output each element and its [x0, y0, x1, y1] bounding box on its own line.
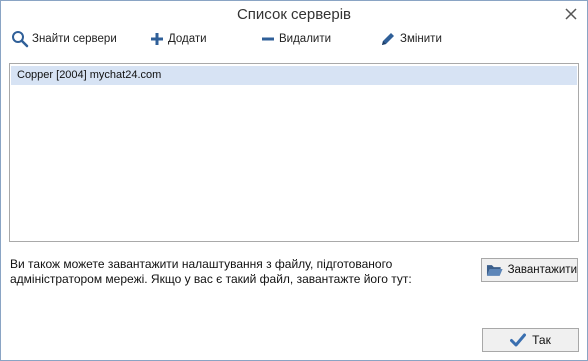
minus-icon	[262, 37, 274, 41]
load-file-button[interactable]: Завантажити	[481, 258, 578, 282]
search-icon	[12, 31, 29, 48]
add-button[interactable]: Додати	[149, 29, 207, 49]
pencil-icon	[382, 33, 394, 45]
info-text: Ви також можете завантажити налаштування…	[10, 257, 450, 287]
delete-label: Видалити	[279, 33, 332, 45]
server-list[interactable]: Copper [2004] mychat24.com	[9, 63, 579, 242]
ok-label: Так	[532, 333, 551, 347]
close-icon	[565, 8, 577, 20]
close-button[interactable]	[563, 6, 579, 22]
find-servers-button[interactable]: Знайти сервери	[11, 29, 117, 49]
folder-open-icon	[486, 265, 503, 276]
plus-icon	[151, 33, 163, 45]
list-item[interactable]: Copper [2004] mychat24.com	[11, 66, 577, 85]
find-servers-label: Знайти сервери	[32, 33, 117, 45]
edit-button[interactable]: Змінити	[379, 29, 442, 49]
info-text-line-1: Ви також можете завантажити налаштування…	[10, 257, 393, 271]
add-label: Додати	[168, 33, 207, 45]
title-bar: Список серверів	[1, 1, 587, 29]
info-text-line-2: адміністратором мережі. Якщо у вас є так…	[10, 272, 412, 286]
edit-label: Змінити	[400, 33, 442, 45]
load-file-label: Завантажити	[507, 264, 577, 276]
checkmark-icon	[510, 333, 527, 347]
server-list-dialog: Список серверів Знайти сервери Додати Ви…	[0, 0, 588, 361]
delete-button[interactable]: Видалити	[260, 29, 331, 49]
toolbar: Знайти сервери Додати Видалити Змінити	[1, 29, 587, 51]
dialog-title: Список серверів	[236, 6, 352, 23]
ok-button[interactable]: Так	[482, 328, 579, 352]
